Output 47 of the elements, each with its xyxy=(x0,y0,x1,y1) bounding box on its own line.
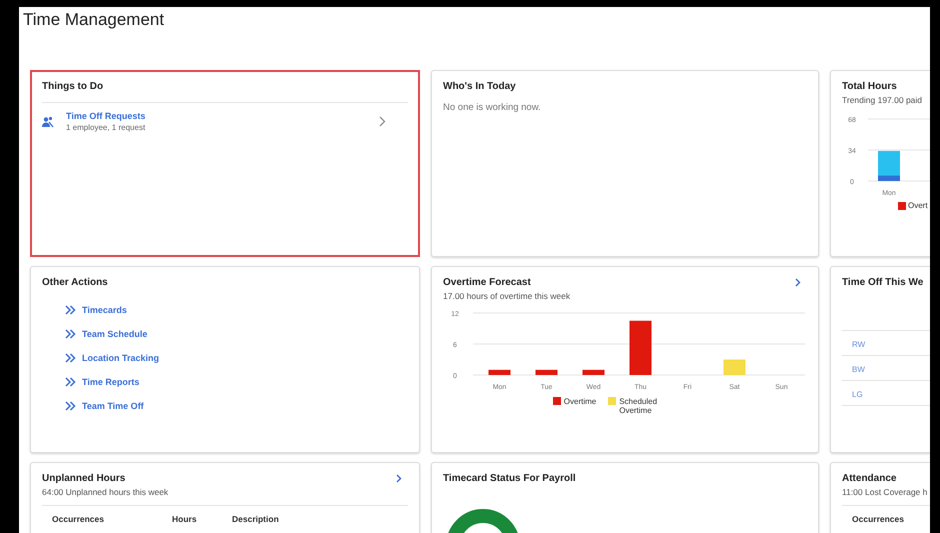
column-header: Description xyxy=(232,514,279,524)
double-chevron-icon xyxy=(65,305,76,315)
employee-initials[interactable]: LG xyxy=(852,390,863,399)
bar xyxy=(630,320,652,375)
action-link[interactable]: Timecards xyxy=(65,305,127,315)
todo-detail: 1 employee, 1 request xyxy=(66,123,146,132)
card-subtitle: Trending 197.00 paid xyxy=(842,95,924,105)
card-title: Who's In Today xyxy=(443,81,516,92)
column-header: Occurrences xyxy=(52,514,105,524)
bar xyxy=(724,360,746,375)
empty-message: No one is working now. xyxy=(443,102,542,113)
chevron-right-icon[interactable] xyxy=(795,278,801,287)
card-title: Time Off This We xyxy=(842,277,924,288)
card-subtitle: 17.00 hours of overtime this week xyxy=(443,291,572,301)
card-subtitle: 11:00 Lost Coverage h xyxy=(842,487,928,497)
card-title: Other Actions xyxy=(42,277,108,288)
double-chevron-icon xyxy=(65,353,76,363)
action-link[interactable]: Location Tracking xyxy=(65,353,160,363)
page-title: Time Management xyxy=(23,9,166,31)
chevron-right-icon[interactable] xyxy=(396,474,402,483)
double-chevron-icon xyxy=(65,329,76,339)
double-chevron-icon xyxy=(65,377,76,387)
bar xyxy=(536,370,558,375)
bar xyxy=(582,370,604,375)
column-header: Hours xyxy=(172,514,198,524)
action-link[interactable]: Team Schedule xyxy=(65,329,148,339)
double-chevron-icon xyxy=(65,401,76,411)
legend-item: Overtime xyxy=(552,397,596,415)
card-title: Attendance xyxy=(842,473,896,484)
card-title: Timecard Status For Payroll xyxy=(443,473,576,484)
todo-item[interactable]: Time Off Requests 1 employee, 1 request xyxy=(42,103,408,132)
action-link[interactable]: Team Time Off xyxy=(65,401,144,411)
legend-item: Overt xyxy=(898,201,928,210)
employee-initials[interactable]: BW xyxy=(852,365,865,374)
card-title: Total Hours xyxy=(842,81,897,92)
column-header: Occurrences xyxy=(852,514,905,524)
card-title: Things to Do xyxy=(42,81,104,92)
chevron-right-icon xyxy=(379,116,386,127)
card-title: Overtime Forecast xyxy=(443,277,531,288)
todo-title: Time Off Requests xyxy=(66,111,146,121)
legend-item: Scheduled Overtime xyxy=(608,397,668,415)
card-subtitle: 64:00 Unplanned hours this week xyxy=(42,487,170,497)
employee-initials[interactable]: RW xyxy=(852,340,866,349)
action-link[interactable]: Time Reports xyxy=(65,377,140,387)
bar xyxy=(488,370,510,375)
card-title: Unplanned Hours xyxy=(42,473,126,484)
people-icon xyxy=(42,116,54,128)
